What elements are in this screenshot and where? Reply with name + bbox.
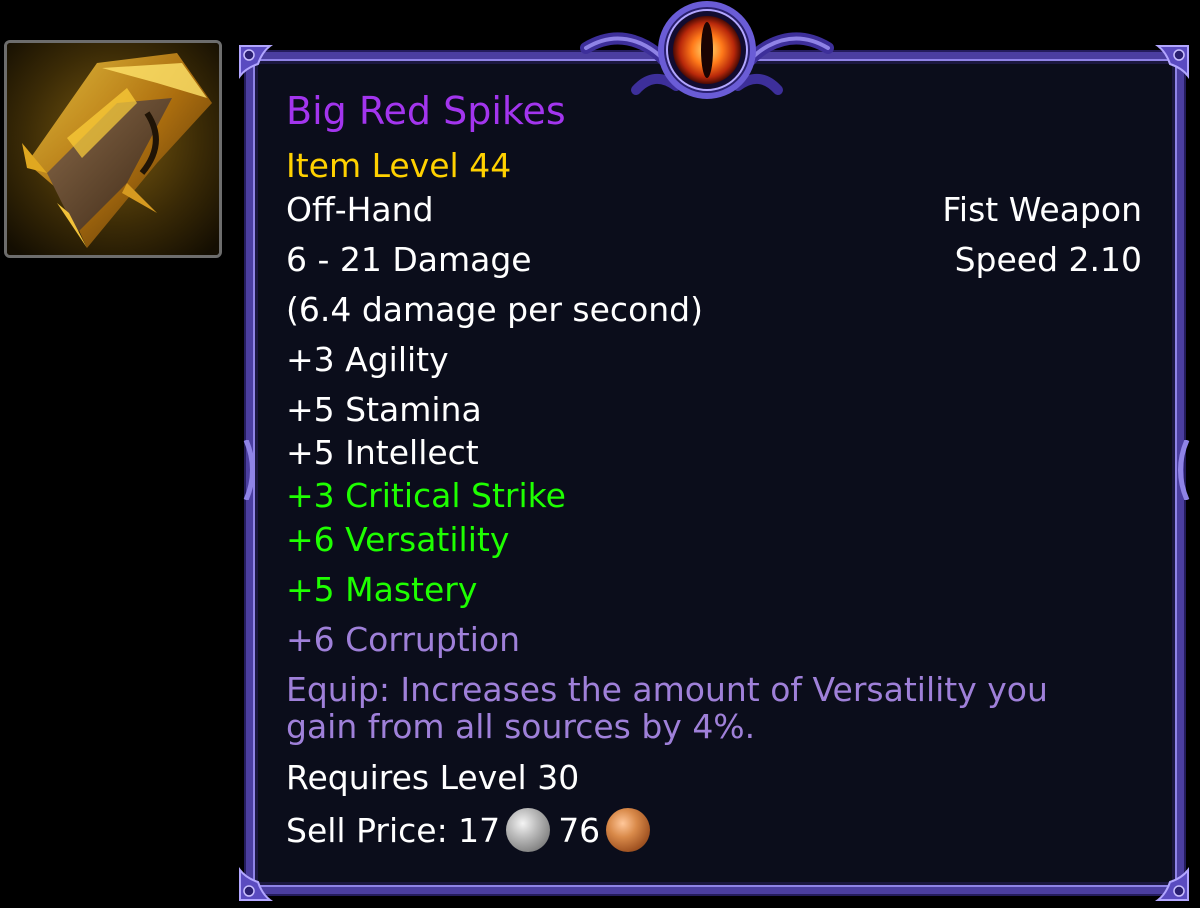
- stat-agility: +3 Agility: [286, 340, 449, 379]
- side-ornament-left: [243, 439, 263, 501]
- copper-coin-icon: [606, 808, 651, 852]
- slot-type-row: Off-Hand Fist Weapon: [286, 190, 1142, 230]
- stat-critical-strike: +3 Critical Strike: [286, 476, 566, 515]
- stat-intellect: +5 Intellect: [286, 433, 479, 472]
- item-level: Item Level 44: [286, 146, 512, 185]
- item-slot: Off-Hand: [286, 190, 434, 229]
- item-dps: (6.4 damage per second): [286, 290, 703, 329]
- side-ornament-right: [1170, 439, 1190, 501]
- damage-speed-row: 6 - 21 Damage Speed 2.10: [286, 240, 1142, 280]
- corner-ornament-top-right: [1146, 42, 1192, 88]
- sell-price-copper: 76: [558, 811, 601, 850]
- required-level: Requires Level 30: [286, 758, 580, 797]
- corner-ornament-top-left: [236, 42, 282, 88]
- item-type: Fist Weapon: [942, 190, 1142, 229]
- item-damage: 6 - 21 Damage: [286, 240, 532, 279]
- equip-effect-line1: Equip: Increases the amount of Versatili…: [286, 670, 1048, 709]
- equip-effect-line2: gain from all sources by 4%.: [286, 707, 756, 746]
- stat-stamina: +5 Stamina: [286, 390, 482, 429]
- item-icon[interactable]: [4, 40, 222, 258]
- spiked-fist-weapon-icon: [7, 43, 219, 255]
- stat-versatility: +6 Versatility: [286, 520, 510, 559]
- item-name: Big Red Spikes: [286, 89, 566, 133]
- corner-ornament-bottom-right: [1146, 858, 1192, 904]
- silver-coin-icon: [506, 808, 551, 852]
- item-speed: Speed 2.10: [954, 240, 1142, 279]
- corner-ornament-bottom-left: [236, 858, 282, 904]
- stat-mastery: +5 Mastery: [286, 570, 478, 609]
- sell-price: Sell Price: 17 76: [286, 808, 1142, 852]
- stat-corruption: +6 Corruption: [286, 620, 520, 659]
- sell-price-label: Sell Price: 17: [286, 811, 501, 850]
